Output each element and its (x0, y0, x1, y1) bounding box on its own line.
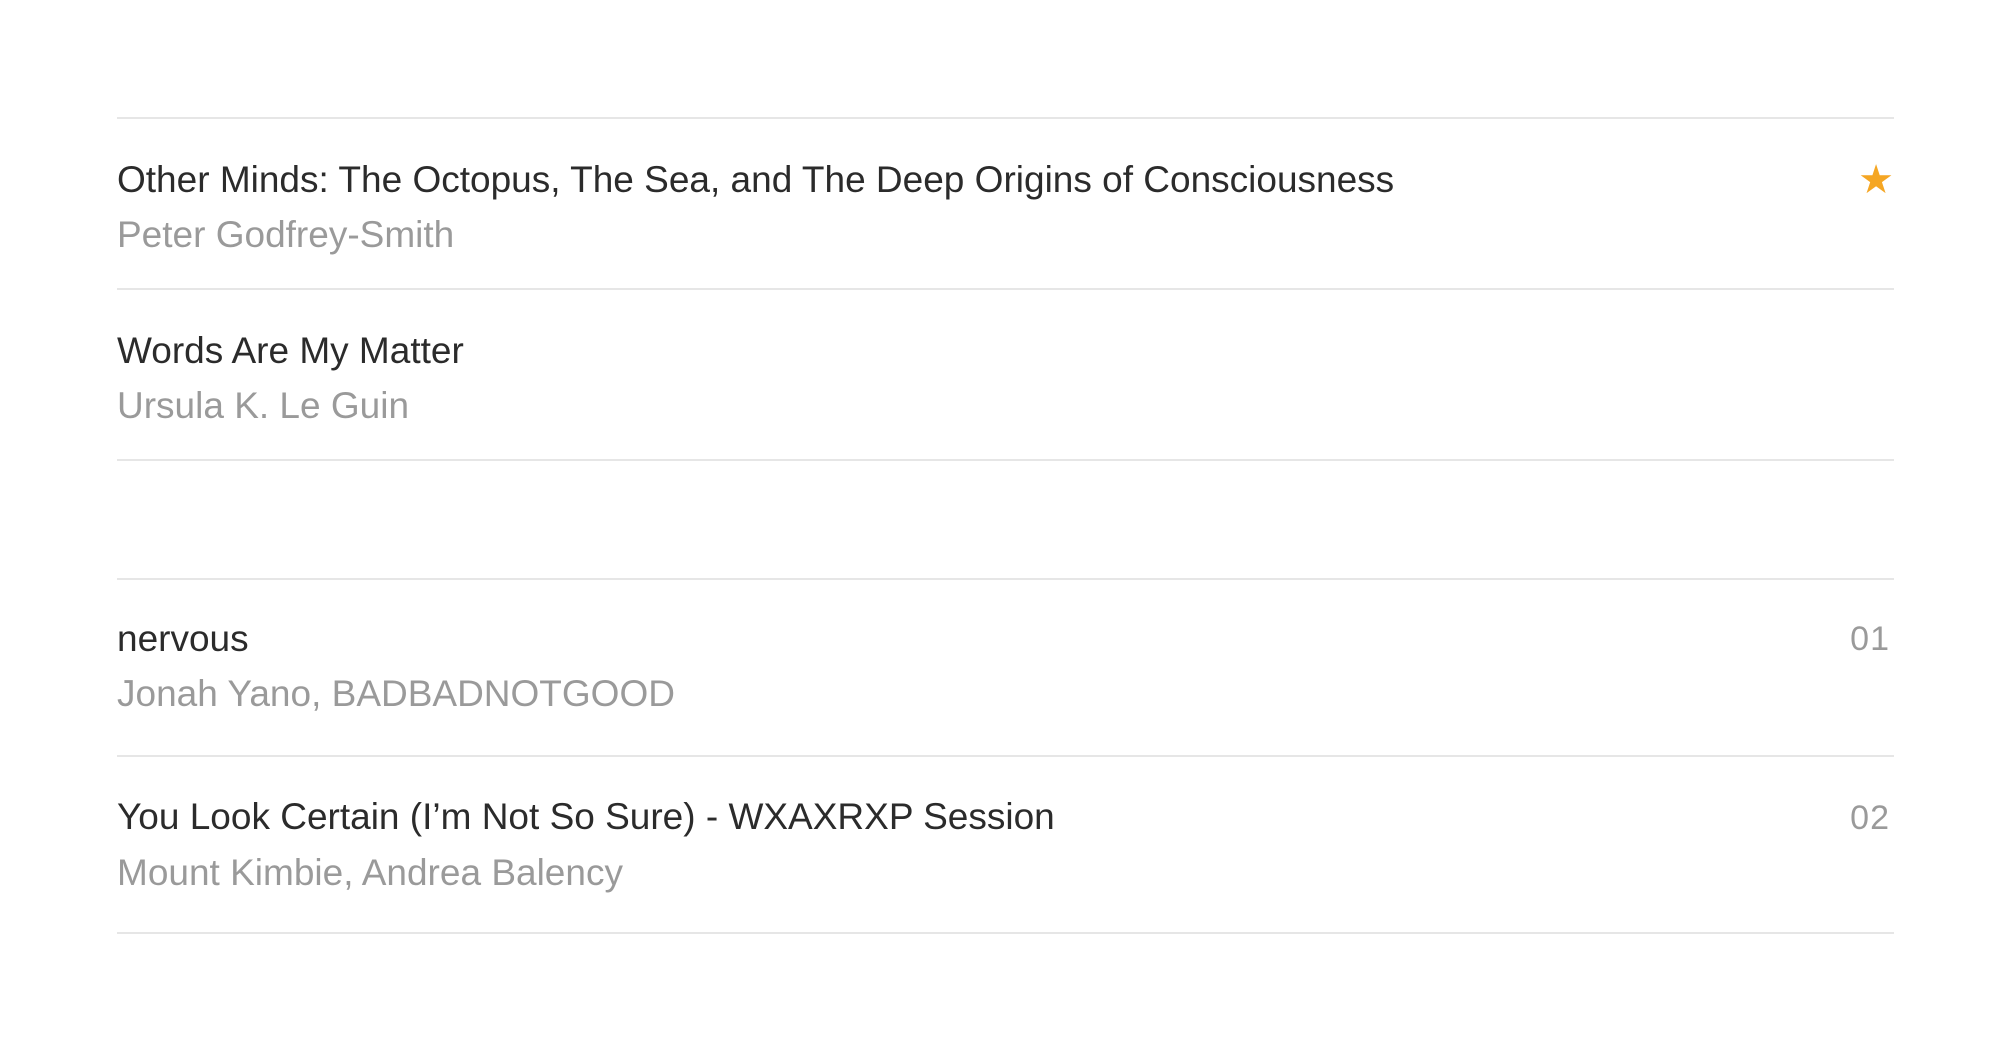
book-author: Peter Godfrey-Smith (117, 214, 455, 255)
track-row[interactable]: nervous Jonah Yano, BADBADNOTGOOD 01 (117, 580, 1894, 757)
track-list: nervous Jonah Yano, BADBADNOTGOOD 01 You… (117, 578, 1894, 934)
track-row[interactable]: You Look Certain (I’m Not So Sure) - WXA… (117, 757, 1894, 934)
track-number: 02 (1850, 799, 1890, 837)
star-icon[interactable]: ★ (1858, 157, 1894, 203)
book-title: Other Minds: The Octopus, The Sea, and T… (117, 159, 1395, 200)
track-artists: Mount Kimbie, Andrea Balency (117, 852, 623, 893)
book-row[interactable]: Words Are My Matter Ursula K. Le Guin (117, 290, 1894, 461)
track-artists: Jonah Yano, BADBADNOTGOOD (117, 673, 675, 714)
track-title: nervous (117, 618, 249, 659)
track-number: 01 (1850, 620, 1890, 658)
book-list: Other Minds: The Octopus, The Sea, and T… (117, 117, 1894, 461)
track-title: You Look Certain (I’m Not So Sure) - WXA… (117, 796, 1055, 837)
book-title: Words Are My Matter (117, 330, 464, 371)
book-author: Ursula K. Le Guin (117, 385, 410, 426)
book-row[interactable]: Other Minds: The Octopus, The Sea, and T… (117, 119, 1894, 290)
